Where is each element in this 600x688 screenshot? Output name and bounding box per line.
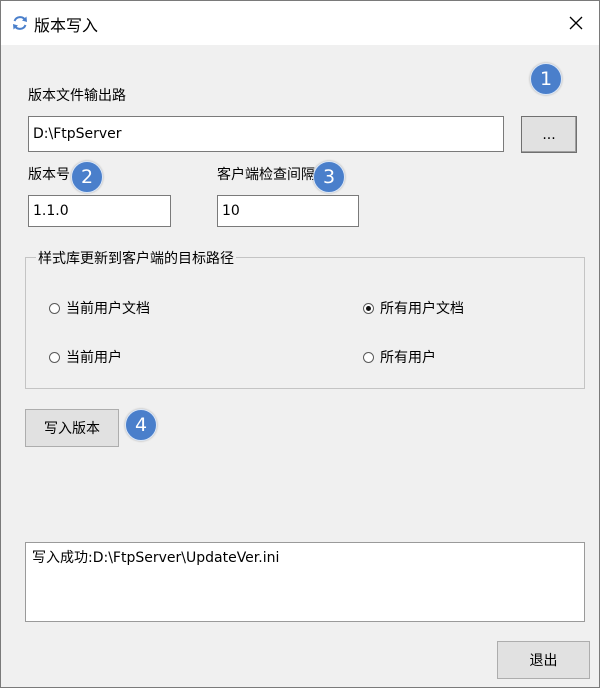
version-label: 版本号 bbox=[28, 167, 70, 183]
badge-4: 4 bbox=[125, 409, 157, 441]
dialog-window: 版本写入 版本文件输出路 ... 1 版本号 2 客户端检查间隔( 3 样式库更… bbox=[0, 0, 600, 688]
window-title: 版本写入 bbox=[34, 16, 99, 35]
radio-indicator bbox=[49, 302, 60, 314]
badge-1: 1 bbox=[530, 63, 562, 95]
radio-indicator-selected bbox=[363, 302, 374, 314]
badge-2: 2 bbox=[71, 161, 103, 193]
target-path-legend: 样式库更新到客户端的目标路径 bbox=[36, 248, 236, 268]
close-button[interactable] bbox=[553, 1, 599, 45]
radio-all-user-docs[interactable]: 所有用户文档 bbox=[363, 298, 464, 318]
output-log: 写入成功:D:\FtpServer\UpdateVer.ini bbox=[25, 542, 585, 622]
radio-current-user-docs[interactable]: 当前用户文档 bbox=[49, 298, 150, 318]
radio-indicator bbox=[49, 351, 60, 363]
output-path-input[interactable] bbox=[28, 116, 504, 152]
radio-label: 所有用户文档 bbox=[380, 301, 464, 317]
badge-3: 3 bbox=[313, 161, 345, 193]
refresh-icon bbox=[11, 14, 29, 32]
radio-label: 当前用户文档 bbox=[66, 301, 150, 317]
title-bar: 版本写入 bbox=[1, 1, 599, 45]
target-path-group: 样式库更新到客户端的目标路径 当前用户文档 所有用户文档 当前用户 所有用户 bbox=[25, 248, 585, 389]
radio-all-users[interactable]: 所有用户 bbox=[363, 347, 436, 367]
interval-label: 客户端检查间隔( bbox=[217, 167, 321, 183]
exit-button[interactable]: 退出 bbox=[497, 641, 590, 679]
output-path-label: 版本文件输出路 bbox=[28, 88, 126, 104]
browse-button[interactable]: ... bbox=[521, 116, 577, 153]
close-icon bbox=[569, 16, 583, 30]
radio-current-user[interactable]: 当前用户 bbox=[49, 347, 122, 367]
write-version-button[interactable]: 写入版本 bbox=[25, 409, 119, 447]
version-input[interactable] bbox=[28, 195, 171, 227]
radio-indicator bbox=[363, 351, 374, 363]
interval-input[interactable] bbox=[217, 195, 359, 227]
radio-label: 当前用户 bbox=[66, 350, 122, 366]
radio-label: 所有用户 bbox=[380, 350, 436, 366]
